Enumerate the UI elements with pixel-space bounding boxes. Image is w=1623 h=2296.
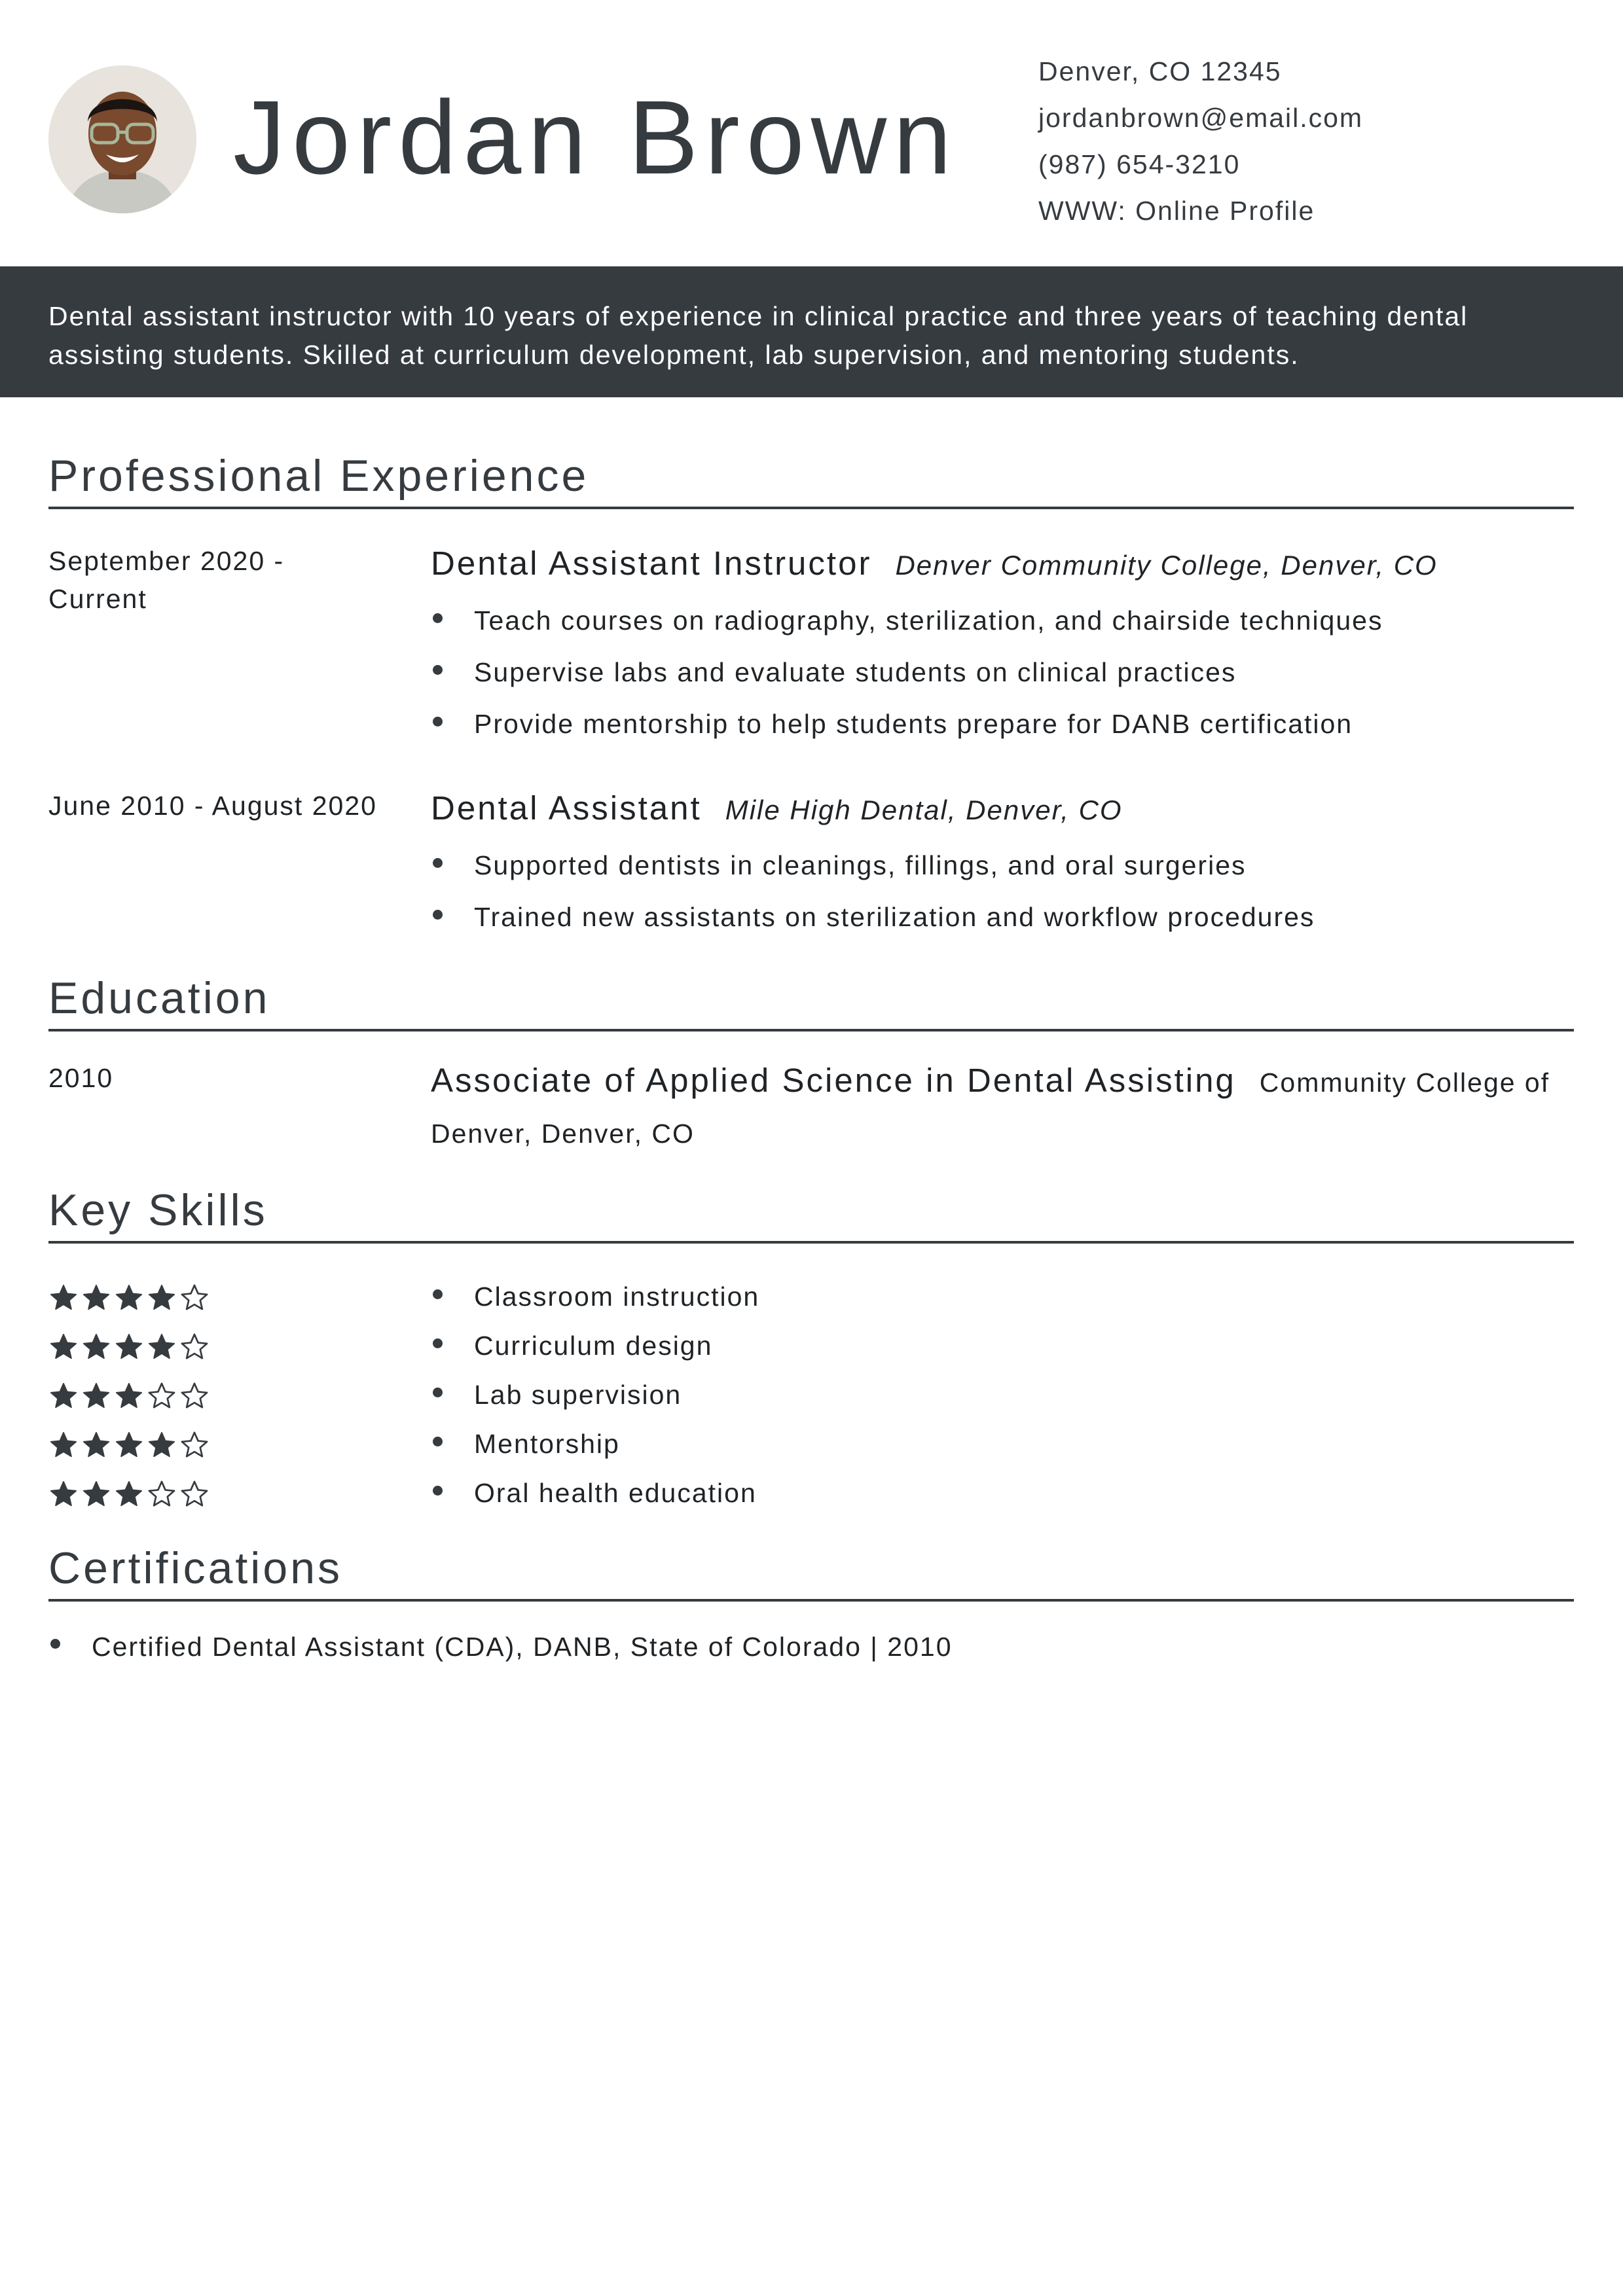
contact-phone[interactable]: (987) 654-3210 <box>1038 141 1363 188</box>
avatar <box>48 65 196 213</box>
job-role-line: Dental Assistant Instructor Denver Commun… <box>431 542 1574 587</box>
skill-rating <box>48 1469 212 1518</box>
summary-text: Dental assistant instructor with 10 year… <box>48 301 1468 370</box>
job-employer: Denver Community College, Denver, CO <box>895 550 1438 581</box>
star-outline-icon <box>181 1333 208 1359</box>
skills-list: Classroom instruction Curriculum design La… <box>48 1272 1574 1521</box>
star-filled-icon <box>148 1431 175 1457</box>
star-outline-icon <box>181 1382 208 1408</box>
star-filled-icon <box>50 1382 77 1408</box>
skills-section: Key Skills Classroom instruction Curricul… <box>48 1182 1574 1521</box>
contact-address: Denver, CO 12345 <box>1038 56 1282 86</box>
contact-email[interactable]: jordanbrown@email.com <box>1038 95 1363 141</box>
star-filled-icon <box>148 1284 175 1310</box>
education-year: 2010 <box>48 1063 114 1093</box>
star-filled-icon <box>82 1284 110 1310</box>
star-filled-icon <box>82 1333 110 1359</box>
certifications-section: Certifications Certified Dental Assistan… <box>48 1540 1574 1670</box>
contact-info: Denver, CO 12345 jordanbrown@email.com (… <box>1038 48 1363 234</box>
skill-rating <box>48 1420 212 1469</box>
skill-rating <box>48 1371 212 1420</box>
star-filled-icon <box>115 1333 143 1359</box>
skill-rating <box>48 1321 212 1371</box>
job-bullet: Trained new assistants on sterilization … <box>431 891 1574 943</box>
job-bullet: Supervise labs and evaluate students on … <box>431 647 1574 698</box>
star-outline-icon <box>181 1480 208 1507</box>
job-bullet: Teach courses on radiography, sterilizat… <box>431 595 1574 647</box>
job-role-line: Dental Assistant Mile High Dental, Denver… <box>431 787 1574 832</box>
job-bullet: Provide mentorship to help students prep… <box>431 698 1574 750</box>
star-filled-icon <box>50 1480 77 1506</box>
certifications-heading: Certifications <box>48 1540 1574 1602</box>
skill-bullets: Classroom instruction Curriculum design La… <box>431 1272 759 1518</box>
job-bullet: Supported dentists in cleanings, filling… <box>431 840 1574 891</box>
star-outline-icon <box>181 1283 208 1310</box>
star-filled-icon <box>148 1333 175 1359</box>
job-employer: Mile High Dental, Denver, CO <box>725 795 1123 825</box>
star-filled-icon <box>50 1333 77 1359</box>
certification-item: Certified Dental Assistant (CDA), DANB, … <box>48 1624 1574 1670</box>
star-filled-icon <box>50 1284 77 1310</box>
certification-list: Certified Dental Assistant (CDA), DANB, … <box>48 1624 1574 1670</box>
job-title: Dental Assistant Instructor <box>431 545 872 582</box>
job-title: Dental Assistant <box>431 789 702 827</box>
experience-section: Professional Experience September 2020 -… <box>48 448 1574 957</box>
star-filled-icon <box>82 1480 110 1506</box>
skill-item: Oral health education <box>431 1469 759 1518</box>
skill-item: Lab supervision <box>431 1371 759 1420</box>
skill-rating <box>48 1272 212 1321</box>
degree-name: Associate of Applied Science in Dental A… <box>431 1062 1236 1099</box>
star-filled-icon <box>115 1431 143 1457</box>
job-bullets: Supported dentists in cleanings, filling… <box>431 840 1574 943</box>
job-bullets: Teach courses on radiography, sterilizat… <box>431 595 1574 750</box>
education-heading: Education <box>48 970 1574 1031</box>
candidate-name: Jordan Brown <box>233 79 958 196</box>
star-filled-icon <box>50 1431 77 1457</box>
star-filled-icon <box>82 1382 110 1408</box>
skill-item: Classroom instruction <box>431 1272 759 1321</box>
summary-band: Dental assistant instructor with 10 year… <box>0 266 1623 397</box>
star-filled-icon <box>82 1431 110 1457</box>
education-section: Education 2010 Associate of Applied Scie… <box>48 970 1574 1190</box>
star-outline-icon <box>148 1382 175 1408</box>
star-filled-icon <box>115 1382 143 1408</box>
avatar-photo <box>48 65 196 213</box>
star-filled-icon <box>115 1480 143 1506</box>
job-entry: June 2010 - August 2020 Dental Assistant… <box>48 787 1574 957</box>
job-dates: June 2010 - August 2020 <box>48 791 377 821</box>
skills-heading: Key Skills <box>48 1182 1574 1244</box>
skill-item: Curriculum design <box>431 1321 759 1371</box>
skill-ratings <box>48 1272 212 1518</box>
job-entry: September 2020 - Current Dental Assistan… <box>48 542 1574 787</box>
job-dates: September 2020 - Current <box>48 546 285 614</box>
star-outline-icon <box>181 1431 208 1458</box>
education-entry: 2010 Associate of Applied Science in Den… <box>48 1059 1574 1190</box>
skill-item: Mentorship <box>431 1420 759 1469</box>
contact-website[interactable]: WWW: Online Profile <box>1038 188 1363 234</box>
experience-heading: Professional Experience <box>48 448 1574 509</box>
star-outline-icon <box>148 1480 175 1507</box>
star-filled-icon <box>115 1284 143 1310</box>
